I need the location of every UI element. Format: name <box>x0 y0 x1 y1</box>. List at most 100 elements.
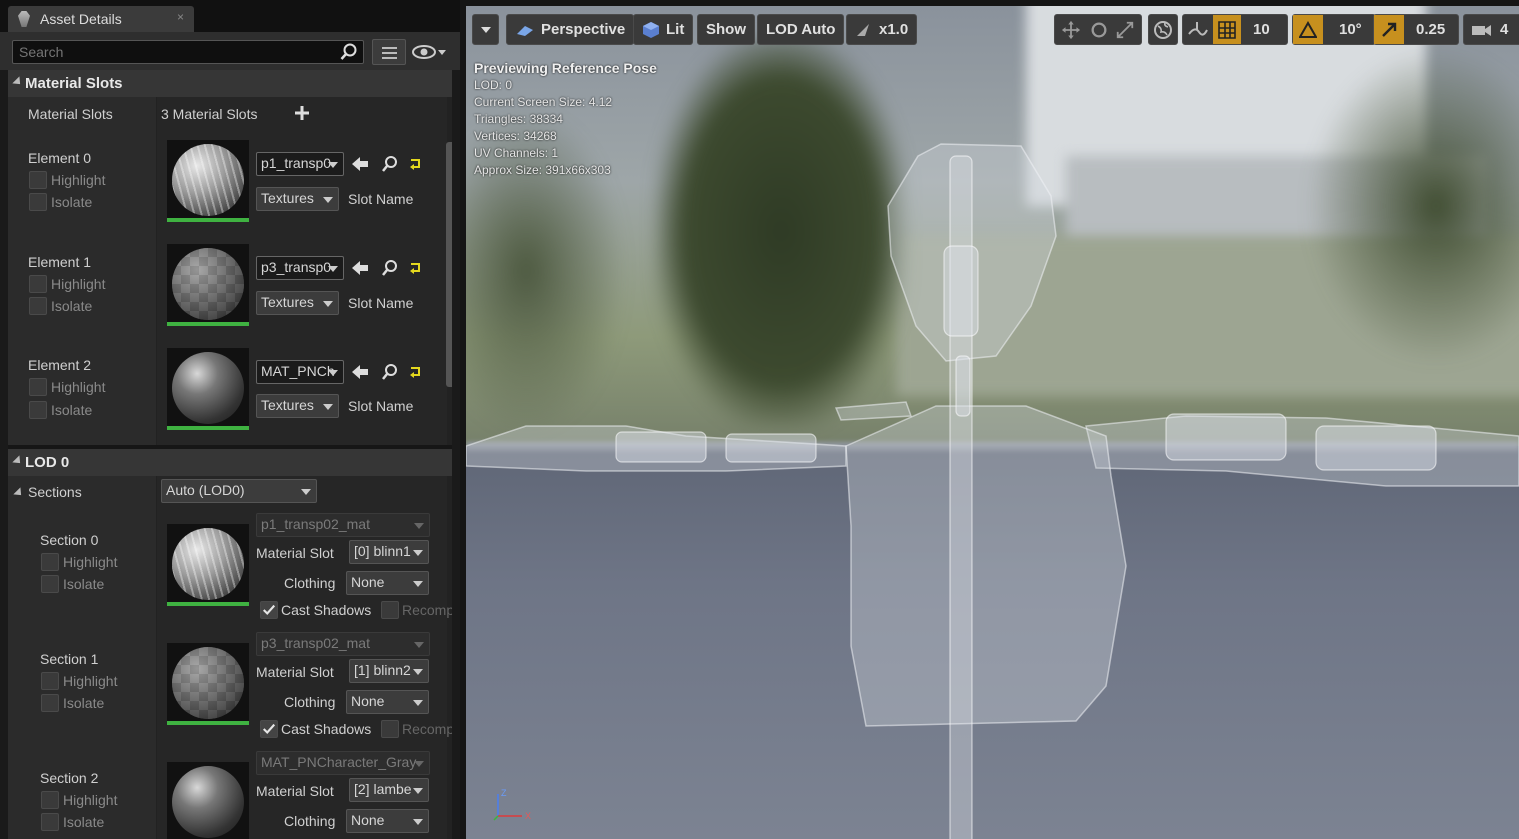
element-label: Element 1 <box>28 254 92 270</box>
rotation-snap-value[interactable]: 10° <box>1339 21 1362 38</box>
scale-snap-toggle[interactable] <box>1374 15 1404 44</box>
material-thumbnail[interactable] <box>167 643 249 725</box>
use-selected-arrow-icon[interactable] <box>350 258 370 278</box>
details-scrollbar[interactable] <box>446 142 452 387</box>
surface-snap-icon[interactable] <box>1187 20 1209 40</box>
material-name-dropdown[interactable]: p3_transp02_mat <box>256 632 430 656</box>
rotate-icon[interactable] <box>1089 19 1109 41</box>
world-space-button[interactable] <box>1148 14 1178 45</box>
highlight-checkbox[interactable] <box>41 791 59 809</box>
search-icon[interactable] <box>340 43 358 61</box>
viewport-options-button[interactable] <box>472 14 499 45</box>
tab-asset-details[interactable]: Asset Details × <box>8 6 194 32</box>
material-slots-count: 3 Material Slots <box>161 106 258 122</box>
isolate-checkbox[interactable] <box>29 297 47 315</box>
lit-button[interactable]: Lit <box>633 14 694 45</box>
view-list-button[interactable] <box>372 39 406 65</box>
search-row <box>0 32 460 70</box>
highlight-label: Highlight <box>63 792 118 808</box>
isolate-checkbox[interactable] <box>41 694 59 712</box>
checkmark-icon <box>263 723 276 735</box>
isolate-label: Isolate <box>51 402 93 418</box>
browse-magnifier-icon[interactable] <box>380 362 400 382</box>
use-selected-arrow-icon[interactable] <box>350 362 370 382</box>
material-thumbnail[interactable] <box>167 762 249 839</box>
viewport[interactable]: Perspective Lit Show LOD Auto x1.0 10 10… <box>466 6 1519 839</box>
textures-dropdown[interactable]: Textures <box>256 187 339 211</box>
grid-snap-toggle[interactable] <box>1213 15 1241 44</box>
camera-speed-button[interactable]: 4 <box>1463 14 1519 45</box>
cast-shadows-checkbox[interactable] <box>260 601 278 619</box>
highlight-label: Highlight <box>63 673 118 689</box>
material-slot-dropdown[interactable]: [1] blinn2 <box>349 659 429 683</box>
grid-snap-value[interactable]: 10 <box>1253 21 1270 38</box>
material-thumbnail[interactable] <box>167 244 249 326</box>
isolate-checkbox[interactable] <box>41 575 59 593</box>
textures-dropdown[interactable]: Textures <box>256 394 339 418</box>
stat-uv-channels: UV Channels: 1 <box>474 146 559 160</box>
recompute-checkbox[interactable] <box>381 720 399 738</box>
material-picker[interactable]: p1_transp0 <box>256 152 344 176</box>
clothing-dropdown[interactable]: None <box>346 690 429 714</box>
recompute-checkbox[interactable] <box>381 601 399 619</box>
collapse-arrow-icon[interactable] <box>12 455 24 467</box>
material-name-dropdown[interactable]: p1_transp02_mat <box>256 513 430 537</box>
scale-arrow-icon <box>1382 22 1397 37</box>
material-slot-label: Material Slot <box>256 545 334 561</box>
browse-magnifier-icon[interactable] <box>380 258 400 278</box>
material-slot-dropdown[interactable]: [0] blinn1 <box>349 540 429 564</box>
material-picker[interactable]: MAT_PNCh <box>256 360 344 384</box>
highlight-checkbox[interactable] <box>29 378 47 396</box>
scale-icon[interactable] <box>1115 19 1135 41</box>
perspective-button[interactable]: Perspective <box>506 14 635 45</box>
material-picker[interactable]: p3_transp0 <box>256 256 344 280</box>
lod-select-dropdown[interactable]: Auto (LOD0) <box>161 479 317 503</box>
material-thumbnail[interactable] <box>167 524 249 606</box>
isolate-checkbox[interactable] <box>29 401 47 419</box>
material-thumbnail[interactable] <box>167 348 249 430</box>
clothing-label: Clothing <box>284 813 336 829</box>
material-slots-category[interactable]: Material Slots <box>8 70 452 97</box>
section-label: Section 0 <box>40 532 99 548</box>
lod0-category[interactable]: LOD 0 <box>8 449 452 476</box>
highlight-label: Highlight <box>51 276 106 292</box>
element-label: Element 2 <box>28 357 92 373</box>
highlight-checkbox[interactable] <box>29 171 47 189</box>
close-icon[interactable]: × <box>177 10 184 24</box>
angle-icon <box>1299 20 1317 38</box>
highlight-checkbox[interactable] <box>41 672 59 690</box>
visibility-filter-icon[interactable] <box>410 42 450 62</box>
search-input[interactable] <box>12 40 364 64</box>
category-title: Material Slots <box>25 75 123 92</box>
highlight-checkbox[interactable] <box>29 275 47 293</box>
material-name-dropdown[interactable]: MAT_PNCharacter_Gray <box>256 751 430 775</box>
material-thumbnail[interactable] <box>167 140 249 222</box>
section-row-2: Section 2 Highlight Isolate MAT_PNCharac… <box>8 750 452 839</box>
reset-arrow-icon[interactable] <box>406 362 426 382</box>
add-icon[interactable] <box>294 105 310 121</box>
stat-screen-size: Current Screen Size: 4.12 <box>474 95 613 109</box>
textures-dropdown[interactable]: Textures <box>256 291 339 315</box>
clothing-dropdown[interactable]: None <box>346 809 429 833</box>
use-selected-arrow-icon[interactable] <box>350 154 370 174</box>
translate-icon[interactable] <box>1061 19 1081 41</box>
isolate-checkbox[interactable] <box>29 193 47 211</box>
browse-magnifier-icon[interactable] <box>380 154 400 174</box>
section-label: Section 2 <box>40 770 99 786</box>
stat-vertices: Vertices: 34268 <box>474 129 557 143</box>
collapse-arrow-icon[interactable] <box>12 76 24 88</box>
transform-mode-group <box>1054 14 1142 45</box>
reset-arrow-icon[interactable] <box>406 258 426 278</box>
material-slot-dropdown[interactable]: [2] lambe <box>349 778 429 802</box>
rotation-snap-toggle[interactable] <box>1293 15 1323 44</box>
stat-approx-size: Approx Size: 391x66x303 <box>474 163 611 177</box>
show-button[interactable]: Show <box>697 14 755 45</box>
isolate-checkbox[interactable] <box>41 813 59 831</box>
lod-auto-button[interactable]: LOD Auto <box>757 14 845 45</box>
scale-snap-value[interactable]: 0.25 <box>1416 21 1445 38</box>
reset-arrow-icon[interactable] <box>406 154 426 174</box>
cast-shadows-checkbox[interactable] <box>260 720 278 738</box>
highlight-checkbox[interactable] <box>41 553 59 571</box>
clothing-dropdown[interactable]: None <box>346 571 429 595</box>
playback-speed-button[interactable]: x1.0 <box>846 14 918 45</box>
